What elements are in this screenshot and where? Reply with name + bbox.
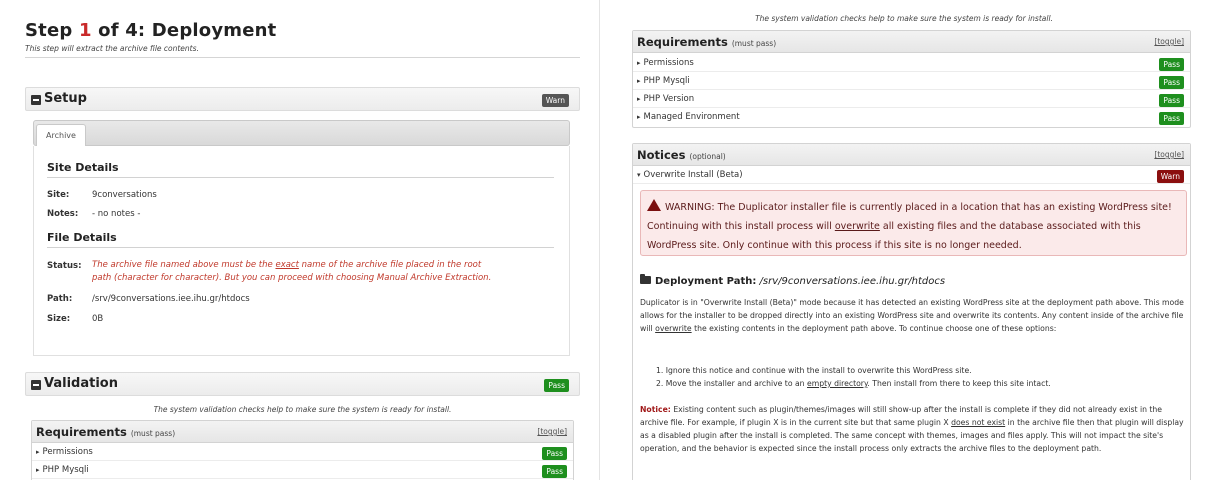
option-text: 2. Move the installer and archive to an — [656, 379, 807, 388]
requirements-qualifier: (must pass) — [731, 39, 777, 48]
tab-bar — [33, 120, 570, 146]
site-label: Site: — [47, 190, 70, 200]
step-title: Step 1 of 4: Deployment — [25, 20, 276, 41]
paragraph-emphasis: does not exist — [951, 418, 1006, 427]
list-item[interactable]: Overwrite Install (Beta) Warn — [633, 166, 1190, 184]
list-item[interactable]: PHP Mysqli Pass — [32, 461, 573, 479]
requirements-header: Requirements (must pass) [toggle] — [633, 31, 1190, 53]
option-two: 2. Move the installer and archive to an … — [656, 379, 1051, 388]
warning-box: WARNING: The Duplicator installer file i… — [640, 190, 1187, 256]
pass-badge: Pass — [1159, 112, 1184, 125]
option-one: 1. Ignore this notice and continue with … — [656, 366, 972, 375]
list-item[interactable]: PHP Version Pass — [633, 90, 1190, 108]
file-details-heading: File Details — [47, 231, 117, 244]
requirement-name: Permissions — [36, 447, 93, 457]
requirements-title: Requirements (must pass) — [36, 425, 175, 439]
validation-intro: The system validation checks help to mak… — [153, 405, 452, 414]
size-label: Size: — [47, 314, 71, 324]
requirements-box: Requirements (must pass) [toggle] Permis… — [632, 30, 1191, 128]
left-panel: Step 1 of 4: Deployment This step will e… — [0, 0, 600, 480]
requirements-title: Requirements (must pass) — [637, 35, 776, 49]
setup-section-header[interactable]: Setup Warn — [25, 87, 580, 111]
validation-intro: The system validation checks help to mak… — [755, 14, 1053, 23]
requirements-box: Requirements (must pass) [toggle] Permis… — [31, 420, 574, 480]
divider — [47, 247, 554, 248]
notices-qualifier: (optional) — [689, 152, 726, 161]
deployment-path: Deployment Path: /srv/9conversations.iee… — [640, 274, 946, 287]
path-value: /srv/9conversations.iee.ihu.gr/htdocs — [92, 294, 250, 304]
step-prefix: Step — [25, 20, 73, 41]
notices-title: Notices (optional) — [637, 148, 726, 162]
list-item[interactable]: Permissions Pass — [633, 54, 1190, 72]
warning-message: WARNING: The Duplicator installer file i… — [647, 198, 1181, 255]
setup-status-badge: Warn — [541, 94, 569, 107]
installer-screenshot: Step 1 of 4: Deployment This step will e… — [0, 0, 1206, 480]
folder-icon — [640, 274, 651, 284]
requirement-name: PHP Mysqli — [36, 465, 89, 475]
notices-title-text: Notices — [637, 148, 686, 162]
pass-badge: Pass — [542, 447, 567, 460]
notes-value: - no notes - — [92, 209, 141, 219]
tab-archive[interactable]: Archive — [36, 124, 86, 146]
requirements-header: Requirements (must pass) [toggle] — [32, 421, 573, 443]
notices-header: Notices (optional) [toggle] — [633, 144, 1190, 166]
pass-badge: Pass — [1159, 76, 1184, 89]
status-emphasis: exact — [275, 260, 299, 270]
warning-icon — [647, 199, 661, 211]
toggle-link[interactable]: [toggle] — [1154, 37, 1184, 46]
overwrite-explanation: Duplicator is in "Overwrite Install (Bet… — [640, 296, 1188, 335]
notice-label: Notice: — [640, 405, 671, 414]
pass-badge: Pass — [1159, 58, 1184, 71]
option-emphasis: empty directory — [807, 379, 868, 388]
step-subtitle: This step will extract the archive file … — [25, 44, 199, 53]
collapse-icon[interactable] — [31, 95, 41, 105]
notice-name: Overwrite Install (Beta) — [637, 170, 743, 180]
collapse-icon[interactable] — [31, 380, 41, 390]
warn-badge: Warn — [1156, 170, 1184, 183]
pass-badge: Pass — [542, 465, 567, 478]
paragraph-emphasis: overwrite — [655, 324, 692, 333]
notes-label: Notes: — [47, 209, 79, 219]
list-item[interactable]: PHP Mysqli Pass — [633, 72, 1190, 90]
step-suffix: of 4: Deployment — [98, 20, 277, 41]
size-value: 0B — [92, 314, 104, 324]
validation-section-header[interactable]: Validation Pass — [25, 372, 580, 396]
option-text: . Then install from there to keep this s… — [867, 379, 1051, 388]
right-panel: The system validation checks help to mak… — [604, 0, 1206, 480]
requirement-name: PHP Mysqli — [637, 76, 690, 86]
deployment-path-value: /srv/9conversations.iee.ihu.gr/htdocs — [759, 276, 946, 287]
requirement-name: Managed Environment — [637, 112, 740, 122]
divider — [25, 57, 580, 58]
divider — [47, 177, 554, 178]
deployment-path-label: Deployment Path: — [655, 276, 757, 287]
warning-emphasis: overwrite — [834, 221, 880, 232]
step-number: 1 — [78, 20, 92, 41]
requirements-qualifier: (must pass) — [130, 429, 176, 438]
requirement-name: Permissions — [637, 58, 694, 68]
toggle-link[interactable]: [toggle] — [1154, 150, 1184, 159]
requirement-name: PHP Version — [637, 94, 695, 104]
validation-title: Validation — [44, 376, 118, 391]
status-message: The archive file named above must be the… — [92, 259, 502, 285]
site-value: 9conversations — [92, 190, 157, 200]
path-label: Path: — [47, 294, 73, 304]
status-text: The archive file named above must be the — [92, 260, 276, 270]
status-label: Status: — [47, 261, 82, 271]
setup-title: Setup — [44, 91, 87, 106]
requirements-title-text: Requirements — [36, 425, 127, 439]
site-details-heading: Site Details — [47, 161, 119, 174]
requirements-title-text: Requirements — [637, 35, 728, 49]
pass-badge: Pass — [1159, 94, 1184, 107]
paragraph-text: the existing contents in the deployment … — [691, 324, 1057, 333]
notice-paragraph: Notice: Existing content such as plugin/… — [640, 403, 1188, 455]
list-item[interactable]: Permissions Pass — [32, 443, 573, 461]
list-item[interactable]: Managed Environment Pass — [633, 108, 1190, 126]
toggle-link[interactable]: [toggle] — [537, 427, 567, 436]
validation-status-badge: Pass — [544, 379, 569, 392]
